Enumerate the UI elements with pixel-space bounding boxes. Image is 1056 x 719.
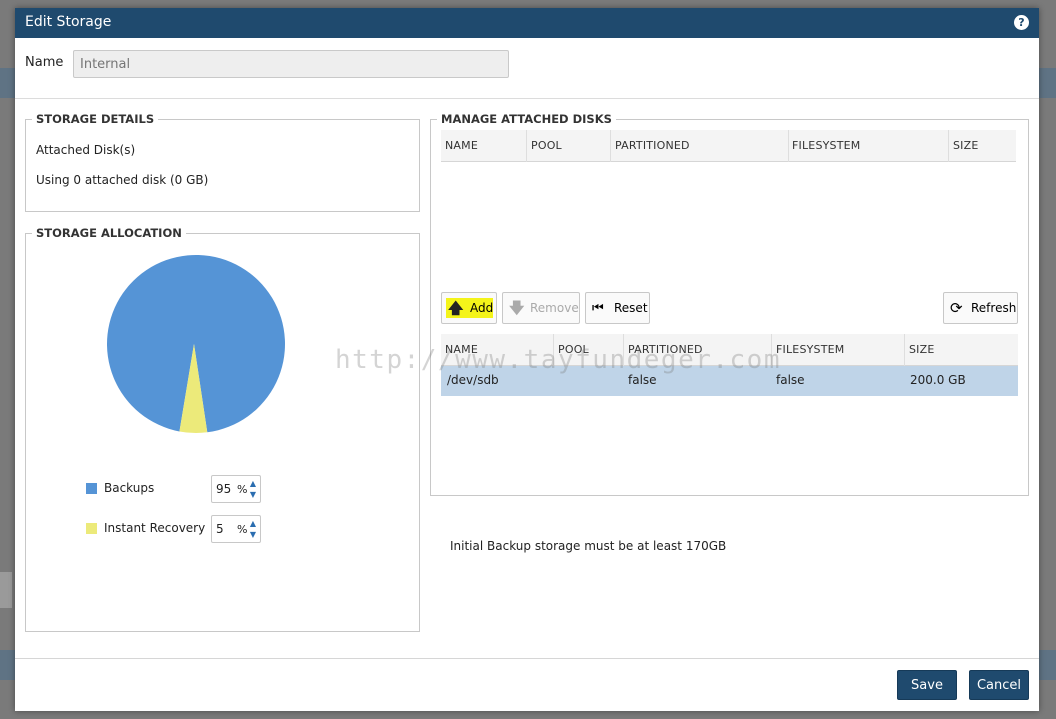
help-icon[interactable]: ? (1014, 15, 1029, 30)
manage-disks-legend: MANAGE ATTACHED DISKS (437, 112, 616, 126)
refresh-button[interactable]: ⟳ Refresh (943, 292, 1018, 324)
dialog-titlebar: Edit Storage ? (15, 8, 1039, 38)
edit-storage-dialog: Edit Storage ? Name STORAGE DETAILS Atta… (15, 8, 1039, 711)
available-disks-table-header: NAME POOL PARTITIONED FILESYSTEM SIZE (441, 130, 1016, 162)
instant-recovery-decrement-icon[interactable]: ▼ (249, 531, 257, 539)
backups-decrement-icon[interactable]: ▼ (249, 491, 257, 499)
background-edge-button (0, 572, 12, 608)
remove-label: Remove (530, 301, 579, 315)
col-separator (526, 130, 527, 162)
header-separator (15, 98, 1039, 99)
using-disks-text: Using 0 attached disk (0 GB) (36, 173, 209, 187)
backup-size-notice: Initial Backup storage must be at least … (450, 539, 727, 553)
name-label: Name (25, 55, 64, 70)
storage-allocation-legend: STORAGE ALLOCATION (32, 226, 186, 240)
backups-percent-input[interactable]: 95 % ▲ ▼ (211, 475, 261, 503)
remove-button[interactable]: 🡇 Remove (502, 292, 580, 324)
rewind-icon: ⏮ (592, 301, 604, 316)
instant-recovery-color-swatch (86, 523, 97, 534)
cell-filesystem: false (776, 373, 805, 387)
col-separator (788, 130, 789, 162)
instant-recovery-label: Instant Recovery (104, 521, 206, 535)
reset-label: Reset (614, 301, 648, 315)
instant-recovery-increment-icon[interactable]: ▲ (249, 520, 257, 528)
storage-details-legend: STORAGE DETAILS (32, 112, 159, 126)
refresh-label: Refresh (971, 301, 1017, 315)
attached-disks-label: Attached Disk(s) (36, 143, 136, 157)
col-filesystem[interactable]: FILESYSTEM (776, 343, 845, 356)
instant-recovery-percent-unit: % (237, 523, 248, 536)
name-input[interactable] (73, 50, 509, 78)
col-size[interactable]: SIZE (909, 343, 935, 356)
cell-partitioned: false (628, 373, 657, 387)
dialog-title: Edit Storage (25, 14, 112, 30)
backups-increment-icon[interactable]: ▲ (249, 480, 257, 488)
arrow-up-icon: 🡅 (448, 299, 464, 317)
col-size[interactable]: SIZE (953, 139, 979, 152)
reset-button[interactable]: ⏮ Reset (585, 292, 650, 324)
col-name[interactable]: NAME (445, 139, 478, 152)
storage-allocation-panel: STORAGE ALLOCATION Backups 95 % ▲ ▼ Inst… (25, 226, 420, 632)
backups-label: Backups (104, 481, 155, 495)
storage-details-panel: STORAGE DETAILS Attached Disk(s) Using 0… (25, 112, 420, 212)
col-separator (948, 130, 949, 162)
instant-recovery-percent-input[interactable]: 5 % ▲ ▼ (211, 515, 261, 543)
allocation-pie-svg (106, 255, 285, 433)
cell-name: /dev/sdb (447, 373, 499, 387)
add-label: Add (470, 301, 494, 315)
col-filesystem[interactable]: FILESYSTEM (792, 139, 861, 152)
col-separator (610, 130, 611, 162)
col-pool[interactable]: POOL (531, 139, 562, 152)
save-button[interactable]: Save (897, 670, 957, 700)
cell-size: 200.0 GB (910, 373, 966, 387)
cancel-button[interactable]: Cancel (969, 670, 1029, 700)
refresh-icon: ⟳ (950, 299, 963, 317)
watermark: http://www.tayfundeger.com (335, 345, 781, 375)
arrow-down-icon: 🡇 (509, 299, 525, 317)
col-partitioned[interactable]: PARTITIONED (615, 139, 690, 152)
instant-recovery-percent-value: 5 (216, 522, 224, 536)
dialog-footer: Save Cancel (15, 658, 1039, 711)
allocation-pie-chart (106, 254, 286, 434)
backups-color-swatch (86, 483, 97, 494)
backups-percent-unit: % (237, 483, 248, 496)
manage-disks-panel: MANAGE ATTACHED DISKS NAME POOL PARTITIO… (430, 112, 1029, 496)
col-separator (904, 334, 905, 366)
backups-percent-value: 95 (216, 482, 232, 496)
add-button[interactable]: 🡅 Add (441, 292, 497, 324)
